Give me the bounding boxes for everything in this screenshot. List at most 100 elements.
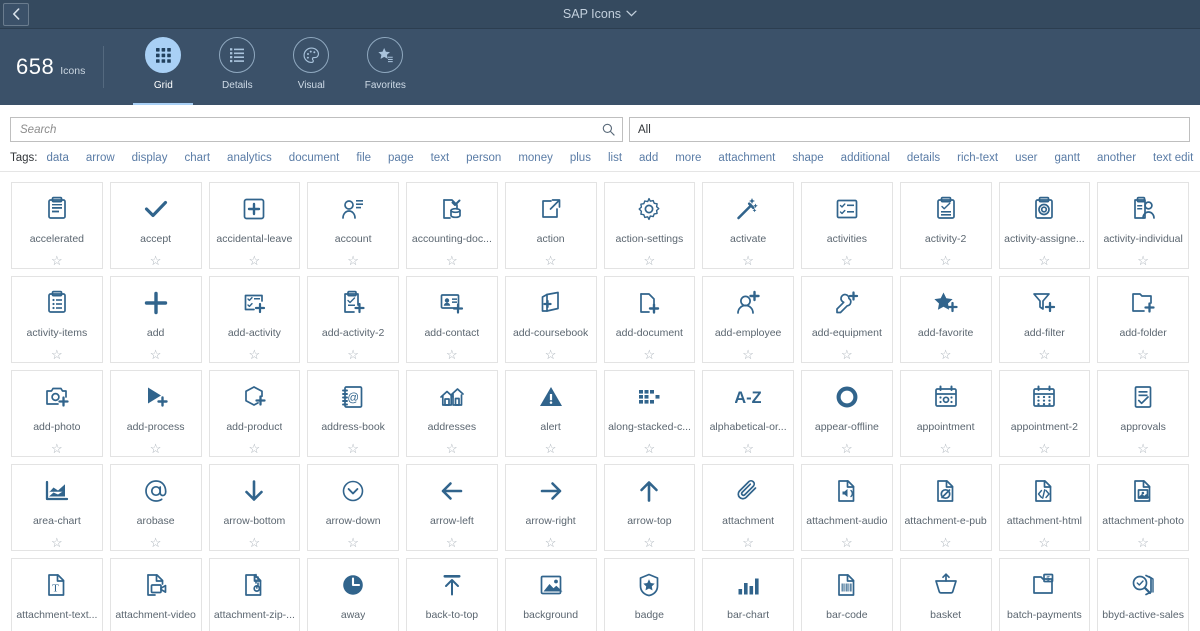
favorite-star-icon[interactable]: ☆ — [150, 442, 162, 455]
icon-card[interactable]: add☆ — [110, 276, 202, 363]
search-field[interactable] — [10, 117, 623, 142]
favorite-star-icon[interactable]: ☆ — [841, 442, 853, 455]
favorite-star-icon[interactable]: ☆ — [249, 442, 261, 455]
icon-card[interactable]: attachment-video☆ — [110, 558, 202, 631]
icon-card[interactable]: background☆ — [505, 558, 597, 631]
favorite-star-icon[interactable]: ☆ — [446, 536, 458, 549]
icon-card[interactable]: accidental-leave☆ — [209, 182, 301, 269]
icon-card[interactable]: attachment-photo☆ — [1097, 464, 1189, 551]
icon-card[interactable]: approvals☆ — [1097, 370, 1189, 457]
icon-grid-scroll-area[interactable]: accelerated☆accept☆accidental-leave☆acco… — [0, 172, 1200, 631]
favorite-star-icon[interactable]: ☆ — [347, 536, 359, 549]
icon-card[interactable]: account☆ — [307, 182, 399, 269]
icon-card[interactable]: arrow-top☆ — [604, 464, 696, 551]
icon-card[interactable]: accounting-doc...☆ — [406, 182, 498, 269]
tag-data[interactable]: data — [47, 152, 69, 164]
tag-gantt[interactable]: gantt — [1054, 152, 1080, 164]
icon-card[interactable]: add-activity-2☆ — [307, 276, 399, 363]
search-icon[interactable] — [602, 123, 615, 136]
icon-card[interactable]: Tattachment-text...☆ — [11, 558, 103, 631]
icon-card[interactable]: back-to-top☆ — [406, 558, 498, 631]
favorite-star-icon[interactable]: ☆ — [1137, 348, 1149, 361]
icon-card[interactable]: attachment-audio☆ — [801, 464, 893, 551]
tag-display[interactable]: display — [132, 152, 168, 164]
tag-page[interactable]: page — [388, 152, 414, 164]
icon-card[interactable]: basket☆ — [900, 558, 992, 631]
icon-card[interactable]: add-equipment☆ — [801, 276, 893, 363]
favorite-star-icon[interactable]: ☆ — [446, 442, 458, 455]
view-mode-tab-visual[interactable]: Visual — [274, 29, 348, 105]
icon-card[interactable]: add-process☆ — [110, 370, 202, 457]
favorite-star-icon[interactable]: ☆ — [1039, 348, 1051, 361]
favorite-star-icon[interactable]: ☆ — [51, 536, 63, 549]
icon-card[interactable]: addresses☆ — [406, 370, 498, 457]
icon-card[interactable]: accelerated☆ — [11, 182, 103, 269]
icon-card[interactable]: alert☆ — [505, 370, 597, 457]
favorite-star-icon[interactable]: ☆ — [1039, 442, 1051, 455]
icon-card[interactable]: attachment☆ — [702, 464, 794, 551]
favorite-star-icon[interactable]: ☆ — [446, 254, 458, 267]
icon-card[interactable]: away☆ — [307, 558, 399, 631]
icon-card[interactable]: activity-individual☆ — [1097, 182, 1189, 269]
favorite-star-icon[interactable]: ☆ — [841, 254, 853, 267]
icon-card[interactable]: accept☆ — [110, 182, 202, 269]
icon-card[interactable]: activities☆ — [801, 182, 893, 269]
icon-card[interactable]: A-Zalphabetical-or...☆ — [702, 370, 794, 457]
icon-card[interactable]: arrow-bottom☆ — [209, 464, 301, 551]
icon-card[interactable]: @address-book☆ — [307, 370, 399, 457]
icon-card[interactable]: add-contact☆ — [406, 276, 498, 363]
favorite-star-icon[interactable]: ☆ — [545, 536, 557, 549]
tag-details[interactable]: details — [907, 152, 940, 164]
favorite-star-icon[interactable]: ☆ — [841, 348, 853, 361]
tag-analytics[interactable]: analytics — [227, 152, 272, 164]
icon-card[interactable]: activate☆ — [702, 182, 794, 269]
icon-card[interactable]: activity-2☆ — [900, 182, 992, 269]
icon-card[interactable]: bar-code☆ — [801, 558, 893, 631]
icon-card[interactable]: arrow-down☆ — [307, 464, 399, 551]
icon-card[interactable]: appointment☆ — [900, 370, 992, 457]
favorite-star-icon[interactable]: ☆ — [742, 348, 754, 361]
category-select[interactable]: All — [629, 117, 1190, 142]
favorite-star-icon[interactable]: ☆ — [150, 254, 162, 267]
favorite-star-icon[interactable]: ☆ — [1137, 442, 1149, 455]
icon-card[interactable]: add-folder☆ — [1097, 276, 1189, 363]
icon-card[interactable]: activity-assigne...☆ — [999, 182, 1091, 269]
favorite-star-icon[interactable]: ☆ — [150, 536, 162, 549]
tag-person[interactable]: person — [466, 152, 501, 164]
view-mode-tab-favorites[interactable]: Favorites — [348, 29, 422, 105]
favorite-star-icon[interactable]: ☆ — [940, 442, 952, 455]
favorite-star-icon[interactable]: ☆ — [1039, 536, 1051, 549]
favorite-star-icon[interactable]: ☆ — [347, 254, 359, 267]
favorite-star-icon[interactable]: ☆ — [940, 254, 952, 267]
tag-plus[interactable]: plus — [570, 152, 591, 164]
tag-shape[interactable]: shape — [792, 152, 823, 164]
favorite-star-icon[interactable]: ☆ — [249, 254, 261, 267]
icon-card[interactable]: add-favorite☆ — [900, 276, 992, 363]
icon-card[interactable]: add-product☆ — [209, 370, 301, 457]
favorite-star-icon[interactable]: ☆ — [249, 536, 261, 549]
favorite-star-icon[interactable]: ☆ — [545, 442, 557, 455]
tag-another[interactable]: another — [1097, 152, 1136, 164]
icon-card[interactable]: attachment-zip-...☆ — [209, 558, 301, 631]
favorite-star-icon[interactable]: ☆ — [249, 348, 261, 361]
favorite-star-icon[interactable]: ☆ — [742, 536, 754, 549]
icon-card[interactable]: attachment-e-pub☆ — [900, 464, 992, 551]
icon-card[interactable]: activity-items☆ — [11, 276, 103, 363]
tag-text[interactable]: text — [431, 152, 450, 164]
tag-more[interactable]: more — [675, 152, 701, 164]
icon-card[interactable]: add-activity☆ — [209, 276, 301, 363]
back-button[interactable] — [3, 3, 29, 26]
favorite-star-icon[interactable]: ☆ — [1039, 254, 1051, 267]
view-mode-tab-grid[interactable]: Grid — [126, 29, 200, 105]
tag-attachment[interactable]: attachment — [718, 152, 775, 164]
tag-file[interactable]: file — [356, 152, 371, 164]
icon-card[interactable]: add-document☆ — [604, 276, 696, 363]
tag-document[interactable]: document — [289, 152, 340, 164]
favorite-star-icon[interactable]: ☆ — [51, 254, 63, 267]
icon-card[interactable]: appointment-2☆ — [999, 370, 1091, 457]
tag-text-edit[interactable]: text edit — [1153, 152, 1193, 164]
tag-additional[interactable]: additional — [841, 152, 890, 164]
icon-card[interactable]: attachment-html☆ — [999, 464, 1091, 551]
favorite-star-icon[interactable]: ☆ — [644, 442, 656, 455]
icon-card[interactable]: arrow-left☆ — [406, 464, 498, 551]
